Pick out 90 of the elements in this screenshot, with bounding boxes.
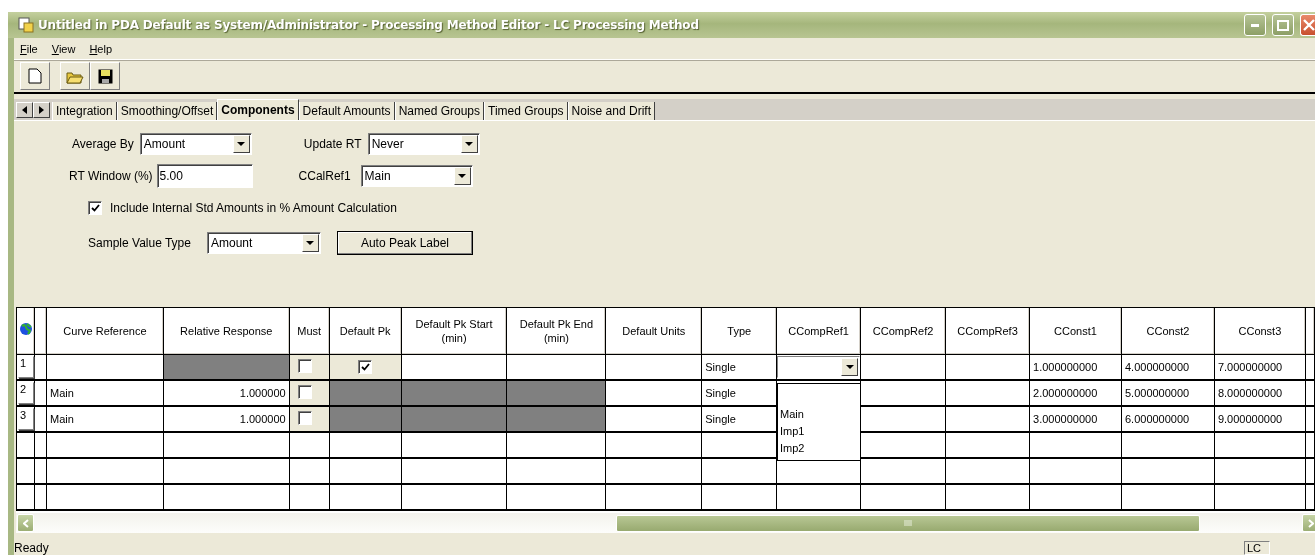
status-text: Ready <box>14 541 49 555</box>
column-header[interactable]: CCompRef2 <box>860 308 946 354</box>
field-label: RT Window (%) <box>69 169 153 183</box>
maximize-icon <box>1277 19 1289 31</box>
table-cell: 3.000000000 <box>1029 406 1122 432</box>
column-header[interactable]: Curve Reference <box>46 308 164 354</box>
checkbox[interactable] <box>358 359 373 374</box>
left-chevron-icon <box>22 518 29 528</box>
sample-value-type-dropdown[interactable]: Amount <box>206 232 321 254</box>
right-chevron-icon <box>1307 518 1314 528</box>
checkbox[interactable] <box>298 358 313 373</box>
table-cell: Single <box>701 406 777 432</box>
column-header[interactable]: CCompRef3 <box>945 308 1030 354</box>
checkbox[interactable] <box>298 411 313 425</box>
update-rt-dropdown[interactable]: Never <box>367 133 480 155</box>
auto-peak-label-button[interactable]: Auto Peak Label <box>336 231 473 255</box>
column-header[interactable]: CConst2 <box>1121 308 1215 354</box>
tab[interactable]: Smoothing/Offset <box>116 102 218 120</box>
column-header[interactable]: Default Pk Start (min) <box>401 308 507 354</box>
column-header[interactable]: Default Pk End (min) <box>506 308 606 354</box>
table-cell: 7.000000000 <box>1214 354 1306 380</box>
field-label: Include Internal Std Amounts in % Amount Calculation <box>110 201 397 215</box>
tab[interactable]: Timed Groups <box>484 102 568 120</box>
tab[interactable]: Default Amounts <box>298 102 395 120</box>
left-triangle-icon <box>22 106 27 114</box>
menu-item[interactable]: Help <box>89 42 113 55</box>
scroll-left-button[interactable] <box>16 102 33 118</box>
caret-icon <box>237 142 246 146</box>
scroll-right-button[interactable] <box>33 102 50 118</box>
column-header[interactable]: Default Units <box>605 308 702 354</box>
table-cell: 2.000000000 <box>1029 380 1122 406</box>
globe-icon <box>18 322 33 337</box>
table-cell: 1.000000000 <box>1029 354 1122 380</box>
column-header[interactable]: CConst3 <box>1214 308 1306 354</box>
tab[interactable]: Named Groups <box>394 102 484 120</box>
table-cell: 5.000000000 <box>1121 380 1215 406</box>
column-header[interactable]: Relative Response <box>163 308 290 354</box>
checkbox[interactable] <box>88 201 102 215</box>
rt-window-field[interactable]: 5.00 <box>156 164 253 188</box>
tab[interactable]: Integration <box>52 102 117 120</box>
ccalref1-dropdown[interactable]: Main <box>360 165 473 187</box>
minimize-button[interactable] <box>1244 14 1266 36</box>
table-cell: 1.000000 <box>163 380 290 406</box>
column-header[interactable]: Must <box>289 308 330 354</box>
table-cell: 1.000000 <box>163 406 290 432</box>
save-button[interactable] <box>90 62 120 90</box>
page-icon <box>28 68 42 84</box>
caret-icon <box>306 241 315 245</box>
new-file-button[interactable] <box>20 62 50 90</box>
open-button[interactable] <box>60 62 90 90</box>
field-label: CCalRef1 <box>298 169 351 183</box>
table-cell: Main <box>46 380 164 406</box>
column-header[interactable]: CConst1 <box>1029 308 1122 354</box>
table-cell: Single <box>701 354 777 380</box>
window-title: Untitled in PDA Default as System/Administrator - Processing Method Editor - LC Processing Method <box>38 18 700 32</box>
row-header[interactable]: 1 <box>18 355 34 378</box>
scrollbar-thumb[interactable] <box>616 514 1200 532</box>
column-header[interactable]: Type <box>701 308 777 354</box>
table-cell: 8.000000000 <box>1214 380 1306 406</box>
table-cell: Main <box>46 406 164 432</box>
minimize-icon <box>1251 23 1259 27</box>
menu-item[interactable]: File <box>20 42 38 55</box>
checkbox[interactable] <box>298 385 313 399</box>
field-label: Sample Value Type <box>88 236 191 250</box>
dropdown-option[interactable]: Imp1 <box>780 423 860 440</box>
field-label: Average By <box>72 137 134 151</box>
app-icon <box>18 17 34 33</box>
caret-icon <box>845 364 854 369</box>
close-icon <box>1303 19 1315 31</box>
status-panel: LC <box>1244 541 1270 555</box>
average-by-dropdown[interactable]: Amount <box>139 133 252 155</box>
close-button[interactable] <box>1300 14 1315 36</box>
caret-icon <box>458 174 467 178</box>
maximize-button[interactable] <box>1272 14 1294 36</box>
menu-item[interactable]: View <box>51 42 76 55</box>
column-header[interactable]: Default Pk <box>329 308 402 354</box>
field-label: Update RT <box>303 137 362 151</box>
grip-icon <box>904 520 912 526</box>
dropdown-field[interactable] <box>777 355 861 378</box>
row-header[interactable]: 2 <box>18 382 34 404</box>
table-cell: 4.000000000 <box>1121 354 1215 380</box>
column-header[interactable]: CCompRef1 <box>776 308 861 354</box>
table-cell: 9.000000000 <box>1214 406 1306 432</box>
caret-icon <box>465 142 474 146</box>
table-cell: Single <box>701 380 777 406</box>
tab[interactable]: Noise and Drift <box>567 102 655 120</box>
row-header[interactable]: 3 <box>18 408 34 430</box>
table-cell: 6.000000000 <box>1121 406 1215 432</box>
tab[interactable]: Components <box>217 99 299 120</box>
right-triangle-icon <box>39 106 44 114</box>
